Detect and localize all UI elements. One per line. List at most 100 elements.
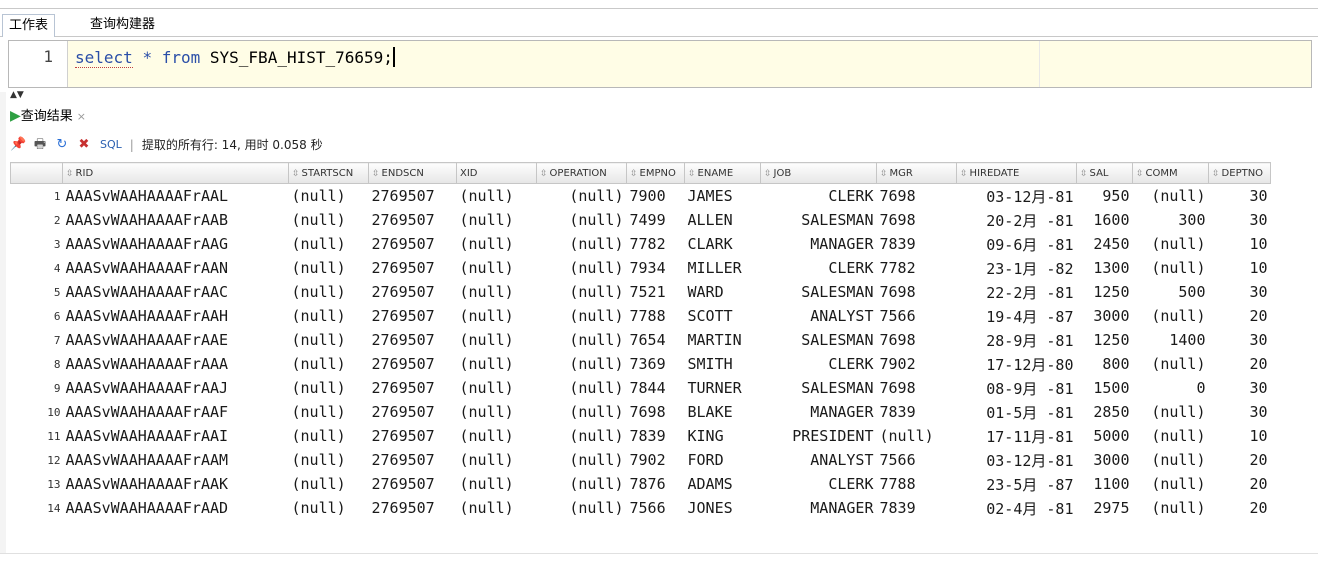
cell-startscn[interactable]: (null): [289, 184, 369, 209]
cell-comm[interactable]: (null): [1133, 352, 1209, 376]
cell-sal[interactable]: 950: [1077, 184, 1133, 209]
cell-operation[interactable]: (null): [537, 376, 627, 400]
cell-sal[interactable]: 1500: [1077, 376, 1133, 400]
cell-ename[interactable]: FORD: [685, 448, 761, 472]
cell-endscn[interactable]: 2769507: [369, 472, 457, 496]
cell-rid[interactable]: AAASvWAAHAAAAFrAAC: [63, 280, 289, 304]
cell-operation[interactable]: (null): [537, 424, 627, 448]
cell-xid[interactable]: (null): [457, 280, 537, 304]
cell-startscn[interactable]: (null): [289, 280, 369, 304]
cell-xid[interactable]: (null): [457, 424, 537, 448]
cell-mgr[interactable]: 7698: [877, 280, 957, 304]
cell-ename[interactable]: BLAKE: [685, 400, 761, 424]
cell-sal[interactable]: 1250: [1077, 328, 1133, 352]
cell-job[interactable]: MANAGER: [761, 400, 877, 424]
cell-sal[interactable]: 2450: [1077, 232, 1133, 256]
cell-hiredate[interactable]: 17-12月-80: [957, 352, 1077, 376]
cell-mgr[interactable]: 7788: [877, 472, 957, 496]
cell-rownum[interactable]: 6: [11, 304, 63, 328]
cell-ename[interactable]: JONES: [685, 496, 761, 520]
cell-rid[interactable]: AAASvWAAHAAAAFrAAA: [63, 352, 289, 376]
cell-empno[interactable]: 7844: [627, 376, 685, 400]
cell-rownum[interactable]: 13: [11, 472, 63, 496]
column-header-xid[interactable]: XID: [456, 162, 537, 184]
cell-comm[interactable]: (null): [1133, 496, 1209, 520]
cell-deptno[interactable]: 20: [1209, 496, 1271, 520]
cell-rid[interactable]: AAASvWAAHAAAAFrAAJ: [63, 376, 289, 400]
cell-startscn[interactable]: (null): [289, 232, 369, 256]
cell-mgr[interactable]: 7839: [877, 232, 957, 256]
cell-empno[interactable]: 7654: [627, 328, 685, 352]
cell-hiredate[interactable]: 20-2月 -81: [957, 208, 1077, 232]
cell-endscn[interactable]: 2769507: [369, 328, 457, 352]
cell-hiredate[interactable]: 02-4月 -81: [957, 496, 1077, 520]
cell-operation[interactable]: (null): [537, 232, 627, 256]
cell-startscn[interactable]: (null): [289, 352, 369, 376]
table-row[interactable]: 4 AAASvWAAHAAAAFrAAN (null) 2769507 (null) (n…: [11, 256, 1271, 280]
cell-deptno[interactable]: 20: [1209, 352, 1271, 376]
cell-mgr[interactable]: 7839: [877, 496, 957, 520]
cell-deptno[interactable]: 30: [1209, 376, 1271, 400]
cell-startscn[interactable]: (null): [289, 496, 369, 520]
cell-mgr[interactable]: 7698: [877, 184, 957, 209]
cell-sal[interactable]: 2975: [1077, 496, 1133, 520]
cell-sal[interactable]: 1600: [1077, 208, 1133, 232]
table-row[interactable]: 11 AAASvWAAHAAAAFrAAI (null) 2769507 (null)(…: [11, 424, 1271, 448]
column-header-hiredate[interactable]: ⇳ HIREDATE: [956, 162, 1077, 184]
cell-deptno[interactable]: 30: [1209, 184, 1271, 209]
cell-xid[interactable]: (null): [457, 352, 537, 376]
cell-job[interactable]: CLERK: [761, 352, 877, 376]
cell-endscn[interactable]: 2769507: [369, 496, 457, 520]
cell-empno[interactable]: 7499: [627, 208, 685, 232]
cell-job[interactable]: SALESMAN: [761, 376, 877, 400]
tab-worksheet[interactable]: 工作表: [2, 14, 56, 37]
cell-rid[interactable]: AAASvWAAHAAAAFrAAF: [63, 400, 289, 424]
cell-startscn[interactable]: (null): [289, 328, 369, 352]
cell-ename[interactable]: CLARK: [685, 232, 761, 256]
cell-empno[interactable]: 7566: [627, 496, 685, 520]
cell-mgr[interactable]: 7566: [877, 304, 957, 328]
cell-rownum[interactable]: 10: [11, 400, 63, 424]
cell-mgr[interactable]: 7698: [877, 376, 957, 400]
cell-operation[interactable]: (null): [537, 448, 627, 472]
cell-deptno[interactable]: 20: [1209, 304, 1271, 328]
cell-endscn[interactable]: 2769507: [369, 424, 457, 448]
cell-job[interactable]: MANAGER: [761, 496, 877, 520]
cell-rownum[interactable]: 3: [11, 232, 63, 256]
cell-deptno[interactable]: 10: [1209, 424, 1271, 448]
cell-deptno[interactable]: 10: [1209, 232, 1271, 256]
cell-job[interactable]: CLERK: [761, 184, 877, 209]
cell-startscn[interactable]: (null): [289, 376, 369, 400]
table-row[interactable]: 14 AAASvWAAHAAAAFrAAD (null) 2769507 (null)(…: [11, 496, 1271, 520]
table-row[interactable]: 3 AAASvWAAHAAAAFrAAG (null) 2769507 (null) (n…: [11, 232, 1271, 256]
cell-comm[interactable]: (null): [1133, 232, 1209, 256]
column-header-deptno[interactable]: ⇳ DEPTNO: [1208, 162, 1271, 184]
cell-mgr[interactable]: (null): [877, 424, 957, 448]
cell-deptno[interactable]: 10: [1209, 256, 1271, 280]
cell-hiredate[interactable]: 09-6月 -81: [957, 232, 1077, 256]
cell-ename[interactable]: MILLER: [685, 256, 761, 280]
cell-startscn[interactable]: (null): [289, 400, 369, 424]
cell-ename[interactable]: JAMES: [685, 184, 761, 209]
cell-ename[interactable]: SCOTT: [685, 304, 761, 328]
cell-job[interactable]: MANAGER: [761, 232, 877, 256]
cell-job[interactable]: SALESMAN: [761, 328, 877, 352]
cell-rid[interactable]: AAASvWAAHAAAAFrAAK: [63, 472, 289, 496]
tab-query-result[interactable]: ▶查询结果 ×: [10, 106, 86, 126]
cell-rownum[interactable]: 1: [11, 184, 63, 209]
cell-hiredate[interactable]: 28-9月 -81: [957, 328, 1077, 352]
sql-statement[interactable]: select * from SYS_FBA_HIST_76659;: [75, 47, 395, 68]
cell-deptno[interactable]: 30: [1209, 208, 1271, 232]
cell-rid[interactable]: AAASvWAAHAAAAFrAAG: [63, 232, 289, 256]
results-grid[interactable]: ⇳ RID ⇳ STARTSCN ⇳ ENDSCN XID ⇳ OPERATION ⇳ E…: [10, 162, 1271, 520]
cell-job[interactable]: ANALYST: [761, 304, 877, 328]
table-row[interactable]: 9 AAASvWAAHAAAAFrAAJ (null) 2769507 (null) (n…: [11, 376, 1271, 400]
cell-comm[interactable]: (null): [1133, 424, 1209, 448]
cell-sal[interactable]: 5000: [1077, 424, 1133, 448]
pin-icon[interactable]: 📌: [10, 137, 26, 153]
cell-rid[interactable]: AAASvWAAHAAAAFrAAH: [63, 304, 289, 328]
close-icon[interactable]: ×: [77, 110, 86, 123]
cell-endscn[interactable]: 2769507: [369, 232, 457, 256]
cell-mgr[interactable]: 7782: [877, 256, 957, 280]
cell-empno[interactable]: 7934: [627, 256, 685, 280]
